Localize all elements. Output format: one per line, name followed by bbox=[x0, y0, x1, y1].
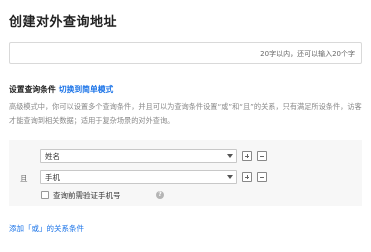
condition-group: 且 姓名 手机 查询前需验证手机号 ? bbox=[9, 140, 362, 206]
condition-field-value: 手机 bbox=[45, 173, 60, 182]
advanced-mode-description: 高级模式中，你可以设置多个查询条件，并且可以为查询条件设置“或”和“且”的关系，… bbox=[9, 102, 362, 125]
char-count-hint: 20字以内，还可以输入20个字 bbox=[260, 50, 355, 58]
address-name-field[interactable]: 20字以内，还可以输入20个字 bbox=[9, 42, 362, 66]
question-circle-icon[interactable]: ? bbox=[156, 191, 164, 199]
add-condition-button[interactable] bbox=[242, 172, 252, 182]
caret-down-icon bbox=[227, 175, 233, 179]
condition-field-select-phone[interactable]: 手机 bbox=[40, 170, 237, 184]
switch-to-simple-mode-link[interactable]: 切换到简单模式 bbox=[59, 85, 114, 94]
page-title: 创建对外查询地址 bbox=[9, 15, 118, 30]
verify-phone-checkbox[interactable] bbox=[41, 191, 49, 199]
add-or-condition-link[interactable]: 添加「或」的关系条件 bbox=[9, 223, 84, 234]
caret-down-icon bbox=[227, 154, 233, 158]
verify-phone-label: 查询前需验证手机号 bbox=[53, 191, 121, 200]
add-condition-button[interactable] bbox=[242, 151, 252, 161]
condition-field-select-name[interactable]: 姓名 bbox=[40, 149, 237, 163]
condition-field-value: 姓名 bbox=[45, 152, 60, 161]
remove-condition-button[interactable] bbox=[257, 172, 267, 182]
query-conditions-header: 设置查询条件 切换到简单模式 bbox=[9, 84, 113, 95]
query-conditions-label: 设置查询条件 bbox=[9, 85, 56, 94]
remove-condition-button[interactable] bbox=[257, 151, 267, 161]
and-relation-label: 且 bbox=[20, 174, 28, 183]
